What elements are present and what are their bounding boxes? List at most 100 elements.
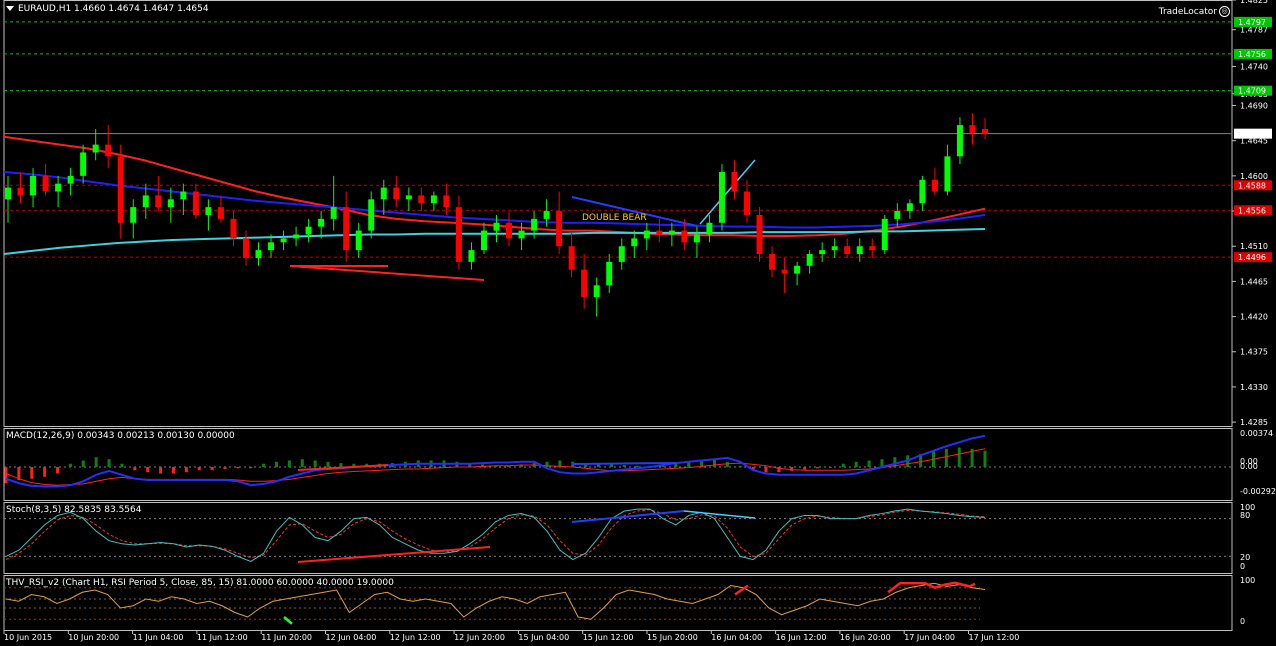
candle-body (706, 222, 713, 235)
macd-hist-bar (983, 450, 987, 467)
candle-body (543, 211, 550, 219)
candles (5, 113, 988, 317)
candle-body (17, 187, 24, 196)
time-tick-label: 12 Jun 20:00 (454, 633, 505, 642)
macd-panel (4, 434, 1232, 488)
macd-hist-bar (326, 461, 330, 467)
candle-body (781, 269, 788, 274)
ma-line-blue (3, 170, 986, 229)
level-tag-text: 1.4797 (1238, 18, 1266, 27)
candle-body (982, 128, 988, 134)
candle-body (142, 195, 149, 208)
macd-hist-bar (68, 463, 72, 467)
panel-borders (3, 0, 1233, 631)
candle-body (230, 218, 237, 239)
candle-body (969, 125, 976, 133)
symbol-header[interactable]: EURAUD,H1 1.4660 1.4674 1.4647 1.4654 (6, 4, 209, 15)
macd-hist-bar (249, 467, 253, 469)
macd-hist-bar (828, 467, 832, 468)
candle-body (242, 238, 249, 258)
price-tick-label: 1.4740 (1240, 62, 1268, 71)
time-tick-label: 15 Jun 20:00 (647, 633, 698, 642)
candle-body (656, 230, 663, 235)
candle-body (167, 199, 174, 208)
tradelocator-label[interactable]: TradeLocator ◎ (1159, 6, 1230, 17)
candle-body (869, 246, 876, 251)
stoch-panel (4, 508, 1232, 563)
candle-body (305, 226, 312, 235)
stoch-main-line (5, 508, 986, 562)
macd-hist-bar (262, 463, 266, 467)
macd-hist-bar (133, 467, 137, 471)
candle-body (931, 179, 938, 192)
candle-body (130, 207, 137, 223)
macd-hist-bar (300, 459, 304, 467)
macd-hist-bar (81, 460, 85, 467)
price-tick-label: 1.4787 (1240, 26, 1268, 35)
candle-body (455, 207, 462, 262)
price-tick-label: 1.4285 (1240, 418, 1268, 427)
level-tag-text: 1.4556 (1238, 206, 1266, 215)
candle-body (881, 218, 888, 251)
time-tick-label: 12 Jun 04:00 (326, 633, 377, 642)
time-tick-label: 16 Jun 04:00 (711, 633, 762, 642)
candle-body (618, 246, 625, 262)
time-tick-label: 12 Jun 12:00 (390, 633, 441, 642)
macd-hist-bar (803, 467, 807, 470)
macd-hist-bar (725, 461, 729, 467)
candle-body (5, 187, 11, 200)
macd-hist-bar (712, 459, 716, 467)
macd-hist-bar (184, 467, 188, 473)
candle-body (769, 254, 776, 270)
time-tick-label: 11 Jun 12:00 (197, 633, 248, 642)
candle-body (293, 234, 300, 239)
macd-tick-label: -0.00292 (1240, 487, 1276, 496)
tradelocator-text: TradeLocator (1158, 7, 1217, 17)
candle-body (480, 230, 487, 251)
candle-body (468, 250, 475, 262)
level-tag-text: 1.4709 (1238, 87, 1266, 96)
time-tick-label: 10 Jun 20:00 (68, 633, 119, 642)
level-tag-text: 1.4496 (1238, 253, 1266, 262)
candle-body (806, 254, 813, 266)
macd-hist-bar (622, 465, 626, 467)
candle-body (593, 285, 600, 298)
macd-hist-bar (957, 447, 961, 467)
candle-body (280, 238, 287, 243)
dropdown-triangle-icon[interactable] (6, 6, 14, 11)
candle-body (343, 207, 350, 251)
candle-body (956, 125, 963, 157)
level-tag-text: 1.4654 (1238, 130, 1266, 139)
macd-hist-bar (635, 465, 639, 467)
time-tick-label: 15 Jun 04:00 (518, 633, 569, 642)
tradelocator-icon[interactable]: ◎ (1219, 6, 1230, 17)
candle-body (831, 246, 838, 251)
candle-body (418, 195, 425, 204)
candle-body (30, 175, 37, 196)
macd-hist-bar (841, 463, 845, 467)
rsi-label: THV_RSI_v2 (Chart H1, RSI Period 5, Clos… (6, 578, 394, 588)
candle-body (581, 269, 588, 298)
trendlines (289, 159, 756, 281)
candle-body (155, 195, 162, 208)
macd-hist-bar (816, 467, 820, 469)
macd-hist-bar (159, 467, 163, 474)
macd-hist-bar (764, 467, 768, 473)
moving-averages (3, 135, 986, 256)
stoch-label: Stoch(8,3,5) 82.5835 83.5564 (6, 505, 142, 515)
price-tick-label: 1.4375 (1240, 348, 1268, 357)
macd-tick-label: 0.00 (1240, 462, 1258, 471)
macd-hist-bar (339, 463, 343, 467)
candle-body (844, 246, 851, 255)
price-tick-label: 1.4600 (1240, 172, 1268, 181)
macd-hist-bar (197, 467, 201, 471)
candle-body (894, 211, 901, 219)
candle-body (42, 175, 49, 192)
candle-body (506, 222, 513, 239)
price-tick-label: 1.4465 (1240, 277, 1268, 286)
time-tick-label: 16 Jun 12:00 (776, 633, 827, 642)
candle-body (493, 222, 500, 231)
time-tick-label: 17 Jun 12:00 (969, 633, 1020, 642)
candle-body (668, 230, 675, 235)
price-tick-label: 1.4420 (1240, 313, 1268, 322)
